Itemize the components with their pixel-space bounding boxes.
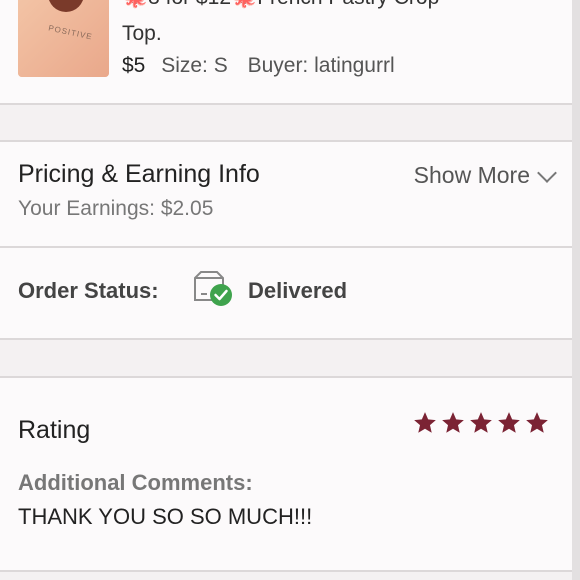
scrollbar[interactable] — [572, 0, 580, 580]
pricing-section — [0, 142, 580, 246]
item-thumbnail[interactable]: POSITIVE — [18, 0, 109, 77]
comments-label: Additional Comments: — [18, 470, 253, 495]
order-status-label: Order Status: — [18, 278, 159, 303]
rating-stars — [412, 410, 550, 436]
section-gap — [0, 340, 580, 376]
earnings-text: Your Earnings: $2.05 — [18, 197, 214, 220]
item-details: $5 Size: S Buyer: latingurrl — [122, 54, 395, 78]
star-icon — [414, 412, 436, 433]
item-title-continued[interactable]: Top. — [122, 22, 162, 46]
rating-heading: Rating — [18, 416, 91, 444]
order-status-value: Delivered — [248, 278, 348, 303]
pricing-heading: Pricing & Earning Info — [18, 160, 260, 188]
star-icon — [498, 412, 520, 433]
star-icon — [470, 412, 492, 433]
box-delivered-icon — [194, 271, 232, 306]
item-size: Size: S — [161, 54, 228, 77]
section-gap — [0, 572, 580, 580]
item-summary[interactable]: POSITIVE 🐙3 for $12🐙French Pastry Crop T… — [0, 0, 580, 103]
section-gap — [0, 105, 580, 140]
show-more-label: Show More — [413, 162, 530, 188]
star-icon — [526, 412, 548, 433]
item-buyer: Buyer: latingurrl — [247, 54, 395, 77]
show-more-button[interactable]: Show More — [413, 162, 557, 189]
star-icon — [442, 412, 464, 433]
item-title[interactable]: 🐙3 for $12🐙French Pastry Crop — [122, 0, 439, 10]
chevron-down-icon — [537, 162, 557, 183]
comments-text: THANK YOU SO SO MUCH!!! — [18, 504, 313, 529]
item-price: $5 — [122, 54, 146, 77]
